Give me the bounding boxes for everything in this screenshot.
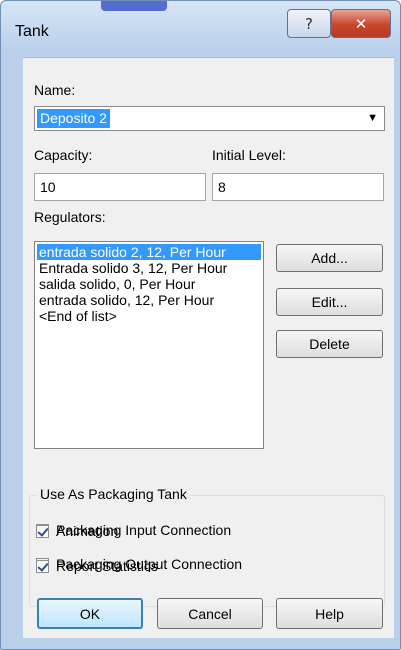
close-button[interactable]: ✕ [331, 9, 391, 38]
edit-button[interactable]: Edit... [276, 288, 383, 316]
ok-button[interactable]: OK [37, 598, 143, 629]
packaging-group-title: Use As Packaging Tank [37, 486, 190, 502]
animation-checkbox[interactable] [36, 524, 49, 538]
chevron-down-icon[interactable]: ▼ [367, 112, 378, 124]
initial-level-label: Initial Level: [212, 147, 286, 163]
report-statistics-checkbox-row[interactable]: Report Statistics [36, 558, 158, 574]
regulators-label: Regulators: [34, 209, 106, 225]
list-item[interactable]: entrada solido 2, 12, Per Hour [37, 244, 261, 260]
title-bar[interactable]: Tank ? ✕ [1, 1, 400, 53]
packaging-group: Use As Packaging Tank Packaging Input Co… [29, 486, 385, 607]
dialog-body: Name: Deposito 2 ▼ Capacity: Initial Lev… [23, 57, 394, 638]
list-item[interactable]: Entrada solido 3, 12, Per Hour [37, 260, 261, 276]
regulators-list[interactable]: entrada solido 2, 12, Per Hour Entrada s… [34, 241, 264, 449]
window-title: Tank [15, 23, 49, 40]
list-item[interactable]: entrada solido, 12, Per Hour [37, 292, 261, 308]
report-statistics-checkbox[interactable] [36, 559, 49, 573]
animation-label: Animation [56, 523, 119, 539]
initial-level-field[interactable]: 8 [212, 173, 384, 201]
help-title-button[interactable]: ? [287, 9, 331, 38]
add-button[interactable]: Add... [276, 244, 383, 272]
animation-checkbox-row[interactable]: Animation [36, 523, 118, 539]
cancel-button[interactable]: Cancel [157, 598, 263, 629]
close-icon: ✕ [354, 14, 368, 33]
name-value: Deposito 2 [37, 109, 110, 128]
capacity-field[interactable]: 10 [34, 173, 206, 201]
name-combobox[interactable]: Deposito 2 ▼ [34, 106, 385, 131]
capacity-label: Capacity: [34, 147, 93, 163]
list-item[interactable]: salida solido, 0, Per Hour [37, 276, 261, 292]
name-label: Name: [34, 82, 76, 98]
tank-dialog: Tank ? ✕ Name: Deposito 2 ▼ Capacity: In… [0, 0, 401, 650]
report-statistics-label: Report Statistics [56, 558, 158, 574]
help-button[interactable]: Help [276, 598, 383, 629]
list-item[interactable]: <End of list> [37, 308, 261, 324]
delete-button[interactable]: Delete [276, 330, 383, 358]
question-icon: ? [305, 14, 313, 33]
title-decoration [101, 1, 167, 11]
